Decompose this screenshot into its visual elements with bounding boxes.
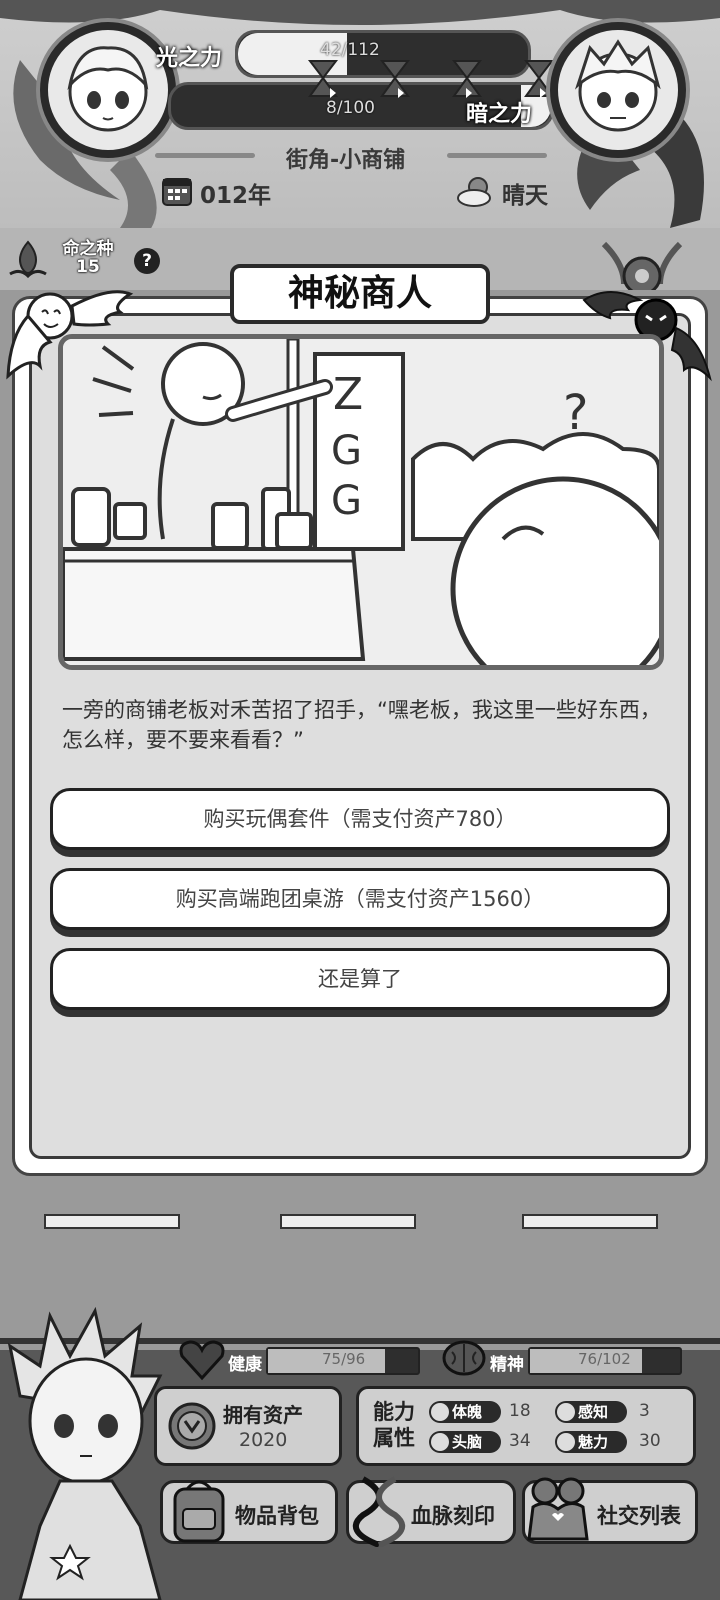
- social-label: 社交列表: [597, 1504, 681, 1528]
- health-value: 75/96: [322, 1350, 366, 1368]
- event-title: 神秘商人: [230, 264, 490, 324]
- choice-decline[interactable]: 还是算了: [50, 948, 670, 1010]
- attributes-heading: 能力 属性: [373, 1399, 415, 1451]
- physique-icon: [431, 1403, 449, 1421]
- character-panel: 健康 75/96 精神 76/102 拥有资产 2020 能力 属性 体魄 18…: [0, 1306, 720, 1600]
- road-dash: [280, 1214, 416, 1229]
- attribute-perception-value: 3: [639, 1401, 650, 1421]
- attribute-perception-name: 感知: [578, 1403, 609, 1421]
- social-button[interactable]: 社交列表: [522, 1477, 698, 1544]
- assets-value: 2020: [239, 1429, 288, 1451]
- event-description: 一旁的商铺老板对禾苦招了招手，“嘿老板，我这里一些好东西，怎么样，要不要来看看？…: [62, 698, 661, 752]
- choice-buy-doll-kit[interactable]: 购买玩偶套件（需支付资产780）: [50, 788, 670, 850]
- intellect-icon: [431, 1433, 449, 1451]
- bloodline-button[interactable]: 血脉刻印: [346, 1476, 516, 1547]
- character-avatar[interactable]: [0, 1306, 170, 1600]
- help-button[interactable]: ?: [134, 248, 160, 274]
- svg-text:Z: Z: [333, 369, 363, 420]
- social-icon: [527, 1477, 589, 1541]
- brain-icon: [442, 1340, 486, 1376]
- assets-label: 拥有资产: [223, 1403, 303, 1427]
- coin-icon: [168, 1402, 216, 1450]
- inventory-button[interactable]: 物品背包: [160, 1480, 338, 1544]
- heart-icon: [179, 1340, 225, 1381]
- year-value: 012年: [200, 183, 272, 209]
- bloodline-label: 血脉刻印: [411, 1504, 495, 1528]
- location-divider-left: [155, 153, 255, 158]
- hourglass-icons: [307, 60, 555, 98]
- weather-icon: [457, 177, 491, 207]
- merchant-scene-image: Z G G ?: [63, 339, 659, 665]
- backpack-icon: [173, 1480, 225, 1543]
- attribute-physique-value: 18: [509, 1401, 531, 1421]
- seed-count: 15: [76, 257, 100, 277]
- spirit-label: 精神: [490, 1355, 524, 1375]
- seed-counter: 命之种 15: [52, 240, 124, 276]
- attribute-perception: 感知: [555, 1401, 627, 1423]
- dark-avatar[interactable]: [550, 22, 686, 158]
- attribute-charm-value: 30: [639, 1431, 661, 1451]
- dna-icon: [352, 1476, 406, 1547]
- perception-icon: [557, 1403, 575, 1421]
- attribute-physique: 体魄: [429, 1401, 501, 1423]
- attribute-charm: 魅力: [555, 1431, 627, 1453]
- spirit-value: 76/102: [578, 1350, 631, 1368]
- attributes-heading-line1: 能力: [373, 1400, 415, 1424]
- attributes-heading-line2: 属性: [373, 1426, 415, 1450]
- svg-text:G: G: [331, 428, 362, 474]
- weather-value: 晴天: [502, 183, 548, 209]
- attribute-physique-name: 体魄: [452, 1403, 483, 1421]
- road-dash: [44, 1214, 180, 1229]
- attribute-intellect: 头脑: [429, 1431, 501, 1453]
- charm-icon: [557, 1433, 575, 1451]
- attribute-intellect-name: 头脑: [452, 1433, 483, 1451]
- event-illustration: Z G G ?: [58, 334, 664, 670]
- svg-text:?: ?: [563, 385, 588, 441]
- attribute-intellect-value: 34: [509, 1431, 531, 1451]
- svg-text:G: G: [331, 478, 362, 524]
- choice-buy-board-game[interactable]: 购买高端跑团桌游（需支付资产1560）: [50, 868, 670, 930]
- seed-label: 命之种: [62, 239, 114, 259]
- road-dash: [522, 1214, 658, 1229]
- location-name: 街角-小商铺: [286, 148, 406, 173]
- attribute-charm-name: 魅力: [578, 1433, 609, 1451]
- health-label: 健康: [228, 1355, 262, 1375]
- assets-panel[interactable]: 拥有资产 2020: [154, 1386, 342, 1466]
- calendar-icon: [162, 178, 192, 206]
- inventory-label: 物品背包: [235, 1504, 319, 1528]
- top-header: 光之力 42/112 8/100 暗之力 街角-小商铺 012年 晴天: [0, 0, 720, 228]
- attributes-panel[interactable]: 能力 属性 体魄 18 感知 3 头脑 34 魅力 30: [356, 1386, 696, 1466]
- light-power-label: 光之力: [156, 46, 223, 71]
- location-divider-right: [447, 153, 547, 158]
